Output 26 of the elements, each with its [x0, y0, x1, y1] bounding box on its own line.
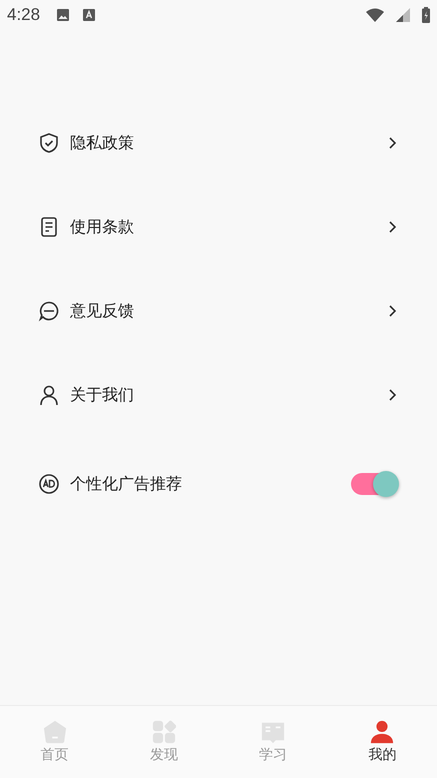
ad-icon: [38, 473, 60, 495]
grid-icon: [152, 720, 176, 744]
home-icon: [42, 720, 67, 744]
wifi-icon: [366, 8, 384, 22]
person-icon: [370, 720, 394, 744]
book-icon: [261, 720, 286, 744]
chat-bubble-icon: [38, 300, 60, 322]
menu-item-label[interactable]: 关于我们: [70, 384, 387, 406]
signal-icon: [396, 8, 410, 22]
menu-item-label[interactable]: 隐私政策: [70, 132, 387, 154]
chevron-right-icon[interactable]: [387, 304, 397, 318]
chevron-right-icon[interactable]: [387, 136, 397, 150]
app-notification-icon: [82, 8, 96, 22]
image-icon: [56, 8, 70, 22]
person-icon: [38, 384, 60, 406]
document-icon: [38, 216, 60, 238]
toggle-switch[interactable]: [351, 473, 397, 495]
menu-item-label[interactable]: 意见反馈: [70, 300, 387, 322]
shield-check-icon: [38, 132, 60, 154]
chevron-right-icon[interactable]: [387, 220, 397, 234]
menu-item-label[interactable]: 使用条款: [70, 216, 387, 238]
battery-icon: [422, 7, 430, 23]
nav-tab[interactable]: 我的: [328, 706, 437, 778]
menu-item-label[interactable]: 个性化广告推荐: [70, 474, 351, 494]
status-time: 4:28: [7, 5, 40, 25]
chevron-right-icon[interactable]: [387, 388, 397, 402]
